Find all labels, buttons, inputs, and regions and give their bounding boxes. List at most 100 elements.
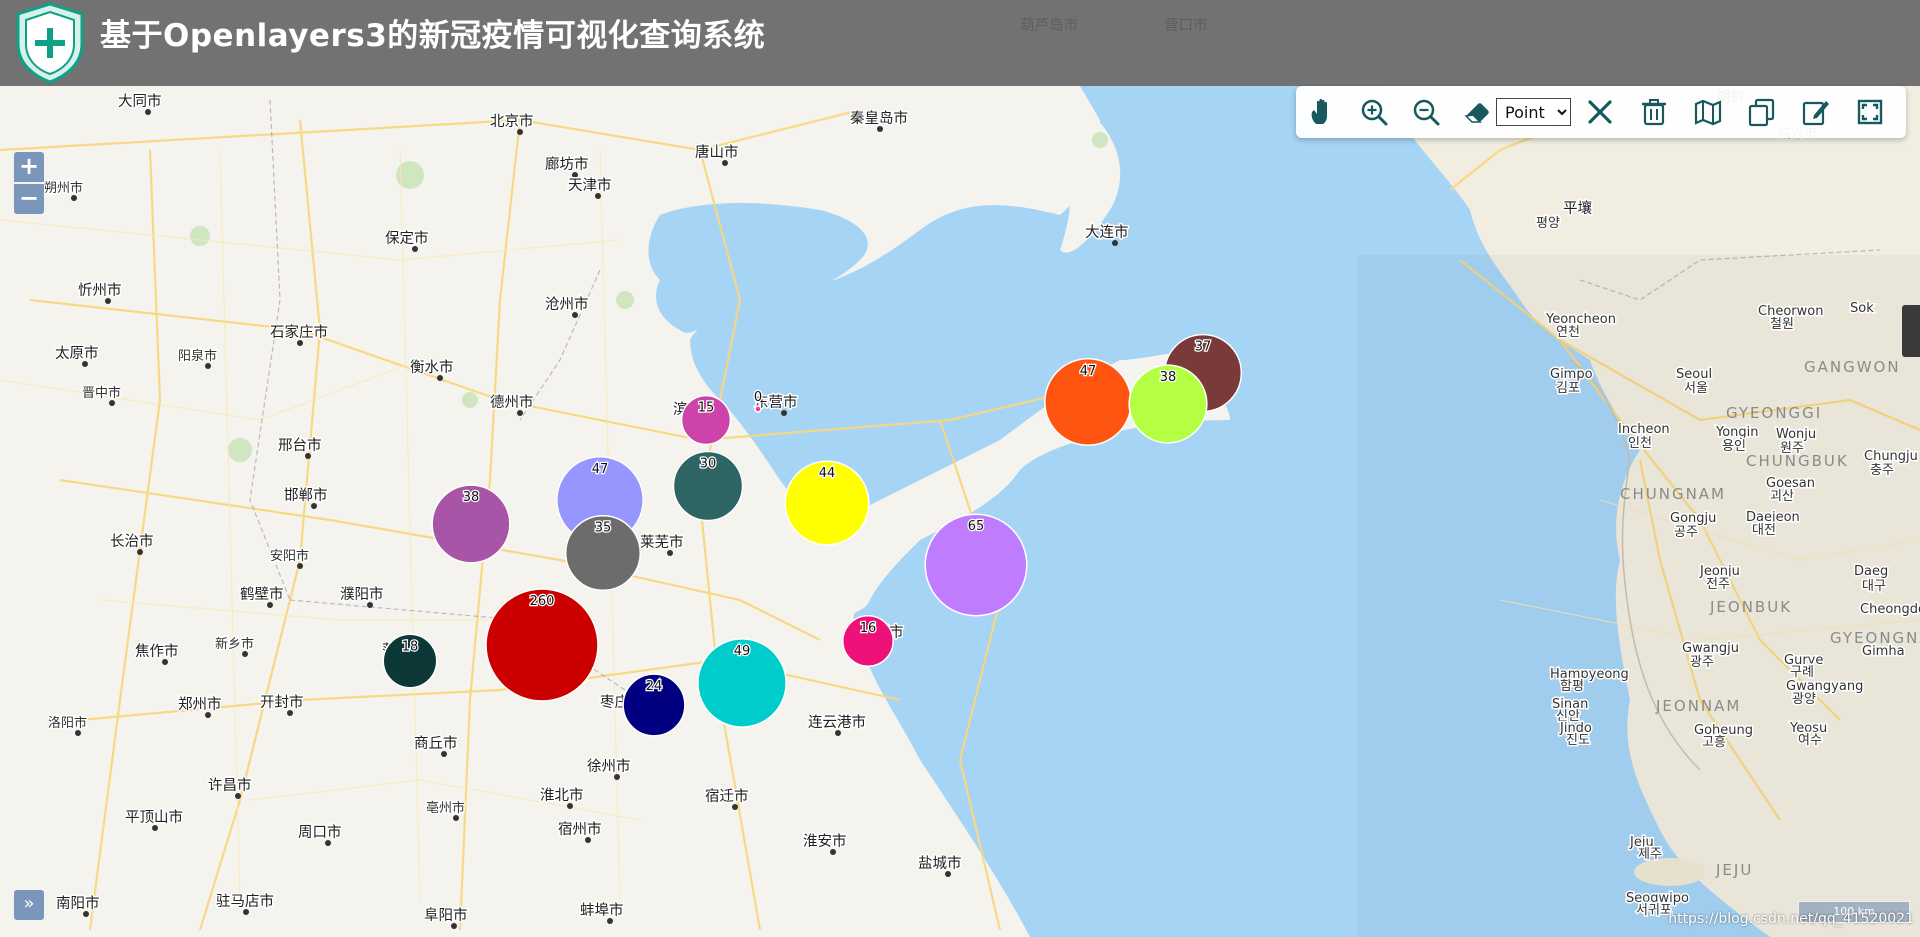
case-count-label: 47 [592, 462, 609, 477]
city-label: 平壤 [1563, 199, 1592, 217]
foreign-place-label: 구례 [1790, 665, 1814, 680]
city-label: 周口市 [298, 824, 342, 841]
city-label: 邯郸市 [284, 487, 328, 504]
city-dot [162, 659, 168, 665]
foreign-place-label: Gwangju [1682, 641, 1739, 656]
map-layer-button[interactable] [1692, 96, 1724, 128]
foreign-place-label: 제주 [1638, 847, 1662, 862]
city-label: 保定市 [385, 230, 429, 247]
zoom-out-tool-button[interactable] [1410, 96, 1442, 128]
foreign-place-label: 광양 [1792, 692, 1816, 707]
city-label: 濮阳市 [340, 586, 384, 603]
fullscreen-icon [1857, 99, 1883, 125]
case-circle[interactable] [754, 405, 762, 413]
eraser-button[interactable] [1462, 96, 1494, 128]
city-dot [585, 837, 591, 843]
delete-button[interactable] [1638, 96, 1670, 128]
city-label: 南阳市 [56, 895, 100, 912]
edit-icon [1802, 101, 1829, 126]
city-label: 洛阳市 [48, 715, 87, 731]
map-viewport[interactable]: 大同市 北京市 秦皇岛市 唐山市 廊坊市 天津市 朔州市 保定市 大连市 忻州市 沧州市 石家庄市 太原… [0, 0, 1920, 937]
foreign-place-label: 전주 [1706, 577, 1730, 592]
city-dot [412, 246, 418, 252]
case-count-label: 37 [1195, 340, 1212, 355]
fullscreen-button[interactable] [1854, 96, 1886, 128]
city-label: 太原市 [55, 345, 99, 362]
city-label: 鹤壁市 [240, 586, 284, 603]
foreign-place-label: 인천 [1628, 436, 1652, 451]
city-label: 新乡市 [215, 636, 254, 652]
region-label: CHUNGNAM [1620, 485, 1726, 503]
city-label: 忻州市 [78, 282, 122, 299]
city-dot [877, 126, 883, 132]
city-label: 沧州市 [545, 296, 589, 313]
city-dot [205, 712, 211, 718]
clear-draw-button[interactable] [1584, 96, 1616, 128]
case-count-label: 47 [1080, 364, 1097, 379]
city-label: 唐山市 [695, 144, 739, 161]
zoom-out-icon [1413, 99, 1440, 126]
city-label: 蚌埠市 [580, 901, 624, 919]
foreign-place-label: 고흥 [1702, 735, 1726, 750]
city-label: 大连市 [1085, 224, 1129, 241]
foreign-place-label: Gongju [1670, 511, 1716, 526]
case-count-label: 38 [1160, 370, 1177, 385]
city-label: 许昌市 [208, 777, 252, 794]
city-label: 长治市 [110, 533, 154, 550]
city-dot [137, 549, 143, 555]
foreign-place-label: 여수 [1798, 733, 1822, 748]
city-dot [781, 410, 787, 416]
foreign-place-label: Wonju [1776, 427, 1816, 442]
city-label: 朔州市 [44, 180, 83, 196]
city-dot [367, 602, 373, 608]
city-dot [830, 849, 836, 855]
city-dot [595, 193, 601, 199]
city-label: 晋中市 [82, 385, 121, 401]
pan-button[interactable] [1306, 96, 1338, 128]
edit-button[interactable] [1800, 96, 1832, 128]
foreign-place-label: 충주 [1870, 463, 1894, 478]
overview-map-toggle[interactable]: » [14, 890, 44, 920]
city-dot [83, 911, 89, 917]
city-label: 北京市 [490, 113, 534, 130]
foreign-place-label: 용인 [1722, 439, 1746, 454]
delete-icon [1642, 99, 1666, 126]
foreign-place-label: 진도 [1566, 733, 1590, 748]
close-icon [1588, 100, 1612, 124]
city-label: 亳州市 [426, 800, 465, 816]
case-count-label: 30 [700, 456, 717, 471]
city-dot [82, 361, 88, 367]
city-label: 邢台市 [278, 437, 322, 454]
city-label: 焦作市 [135, 643, 179, 660]
map-labels: 大同市北京市 秦皇岛市唐山市廊坊市天津市 朔州市保定市 大连市忻州市沧州市石家庄市太原… [43, 16, 1920, 929]
map-toolbar: Point [1296, 86, 1906, 138]
foreign-place-label: 서울 [1684, 381, 1708, 396]
city-label: 淮安市 [803, 833, 847, 850]
zoom-in-button[interactable]: + [14, 152, 44, 182]
region-label: GYEONGNA [1830, 629, 1920, 647]
city-dot [235, 793, 241, 799]
attribution-watermark: https://blog.csdn.net/qq_41520021 [1668, 911, 1914, 927]
city-dot [305, 453, 311, 459]
city-label: 盐城市 [918, 855, 962, 872]
city-dot [297, 563, 303, 569]
zoom-out-button[interactable]: − [14, 184, 44, 214]
city-label: 安阳市 [270, 548, 309, 564]
app-header: 基于Openlayers3的新冠疫情可视化查询系统 [0, 0, 1920, 86]
city-dot [105, 298, 111, 304]
city-label: 衡水市 [410, 359, 454, 376]
city-label: 大同市 [118, 93, 162, 110]
city-label: 平顶山市 [125, 809, 183, 826]
foreign-place-label: 서귀포 [1636, 903, 1672, 918]
side-panel-handle[interactable] [1902, 305, 1920, 357]
foreign-place-label: 함평 [1560, 679, 1584, 694]
copy-button[interactable] [1746, 96, 1778, 128]
region-label: GANGWON [1804, 358, 1901, 376]
case-count-label: 65 [968, 519, 985, 534]
foreign-place-label: Incheon [1618, 422, 1670, 437]
foreign-place-label: Seoul [1676, 367, 1712, 382]
draw-type-select[interactable]: Point [1496, 98, 1571, 126]
zoom-in-tool-button[interactable] [1358, 96, 1390, 128]
pan-icon [1311, 98, 1327, 124]
city-label: 连云港市 [808, 714, 866, 731]
